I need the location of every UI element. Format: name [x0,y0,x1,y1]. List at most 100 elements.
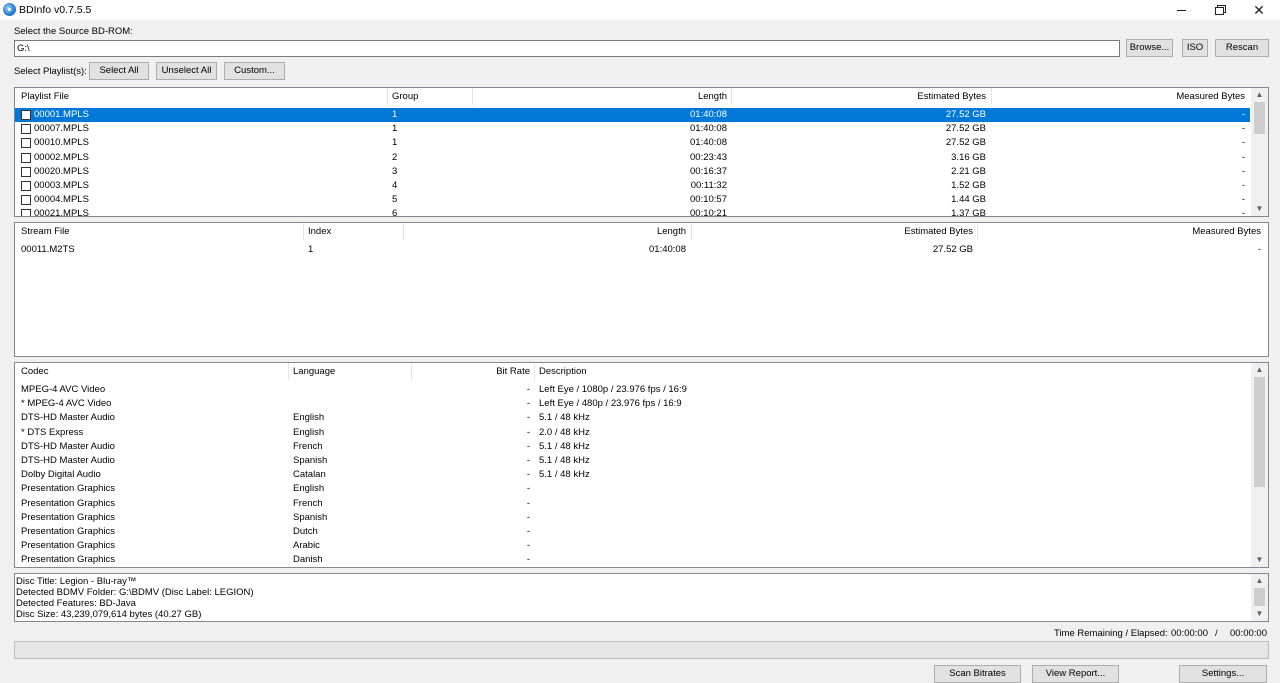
bit-rate-cell: - [526,540,530,552]
scroll-down-icon[interactable]: ▼ [1251,202,1268,216]
table-row[interactable]: Presentation Graphics Danish - [15,553,1250,567]
scroll-down-icon[interactable]: ▼ [1251,553,1268,567]
table-row[interactable]: 00011.M2TS 1 01:40:08 27.52 GB - [15,243,1268,257]
description-cell: 5.1 / 48 kHz [539,412,590,424]
codec-scrollbar[interactable]: ▲ ▼ [1251,363,1268,567]
scroll-up-icon[interactable]: ▲ [1251,88,1268,102]
group-cell: 4 [392,180,398,191]
table-row[interactable]: Presentation Graphics Dutch - [15,525,1250,539]
playlist-checkbox[interactable] [21,181,31,191]
time-separator: / [1215,628,1218,639]
select-all-button[interactable]: Select All [89,62,149,80]
table-row[interactable]: Presentation Graphics Arabic - [15,539,1250,553]
unselect-all-button[interactable]: Unselect All [156,62,217,80]
playlist-list[interactable]: Playlist File Group Length Estimated Byt… [14,87,1269,217]
stream-list[interactable]: Stream File Index Length Estimated Bytes… [14,222,1269,357]
playlist-file-cell: 00002.MPLS [34,151,89,163]
col-codec[interactable]: Codec [21,363,48,380]
language-cell: French [293,440,323,452]
col-index[interactable]: Index [308,223,331,240]
measured-bytes-cell: - [1241,151,1245,163]
browse-button[interactable]: Browse... [1126,39,1173,57]
bit-rate-cell: - [526,455,530,466]
table-row[interactable]: DTS-HD Master Audio English -5.1 / 48 kHz [15,411,1250,425]
scroll-down-icon[interactable]: ▼ [1251,607,1268,621]
col-stream-file[interactable]: Stream File [21,223,70,240]
table-row[interactable]: 00021.MPLS 6 00:10:21 1.37 GB - [15,207,1250,217]
language-cell: Danish [293,554,323,566]
table-row[interactable]: Presentation Graphics French - [15,497,1250,511]
scroll-thumb[interactable] [1254,588,1265,606]
playlist-checkbox[interactable] [21,195,31,206]
iso-button[interactable]: ISO [1182,39,1208,57]
description-cell: 5.1 / 48 kHz [539,455,590,466]
col-estimated-bytes[interactable]: Estimated Bytes [735,88,986,105]
col-description[interactable]: Description [539,363,587,380]
scroll-up-icon[interactable]: ▲ [1251,574,1268,588]
codec-list[interactable]: Codec Language Bit Rate Description MPEG… [14,362,1269,568]
bit-rate-cell: - [526,497,530,509]
settings-button[interactable]: Settings... [1179,665,1267,683]
playlist-scrollbar[interactable]: ▲ ▼ [1251,88,1268,216]
source-path-input[interactable]: G:\ [14,40,1120,57]
playlist-file-cell: 00020.MPLS [34,165,89,177]
scan-bitrates-button[interactable]: Scan Bitrates [934,665,1021,683]
col-stream-estimated-bytes[interactable]: Estimated Bytes [695,223,973,240]
col-length[interactable]: Length [475,88,727,105]
rescan-button[interactable]: Rescan [1215,39,1269,57]
table-row[interactable]: 00003.MPLS 4 00:11:32 1.52 GB - [15,179,1250,193]
measured-bytes-cell: - [1241,180,1245,191]
table-row[interactable]: 00010.MPLS 1 01:40:08 27.52 GB - [15,136,1250,150]
estimated-bytes-cell: 1.44 GB [951,194,986,206]
table-row[interactable]: 00001.MPLS 1 01:40:08 27.52 GB - [15,108,1250,122]
col-bit-rate[interactable]: Bit Rate [415,363,530,380]
language-cell: Spanish [293,511,328,523]
table-row[interactable]: 00020.MPLS 3 00:16:37 2.21 GB - [15,165,1250,179]
playlist-checkbox[interactable] [21,110,31,120]
table-row[interactable]: * MPEG-4 AVC Video - Left Eye / 480p / 23.… [15,397,1250,411]
col-measured-bytes[interactable]: Measured Bytes [995,88,1245,105]
codec-cell: Presentation Graphics [21,526,115,537]
disc-info-box[interactable]: Disc Title: Legion - Blu-ray™ Detected B… [14,573,1269,622]
table-row[interactable]: * DTS Express English -2.0 / 48 kHz [15,426,1250,440]
info-scrollbar[interactable]: ▲ ▼ [1251,574,1268,621]
table-row[interactable]: Presentation Graphics English - [15,482,1250,496]
table-row[interactable]: 00004.MPLS 5 00:10:57 1.44 GB - [15,193,1250,207]
table-row[interactable]: 00007.MPLS 1 01:40:08 27.52 GB - [15,122,1250,136]
table-row[interactable]: DTS-HD Master Audio Spanish -5.1 / 48 kHz [15,454,1250,468]
language-cell: Catalan [293,469,326,481]
col-stream-length[interactable]: Length [405,223,686,240]
maximize-button[interactable] [1200,0,1238,20]
table-row[interactable]: Presentation Graphics Spanish - [15,511,1250,525]
view-report-button[interactable]: View Report... [1032,665,1119,683]
col-language[interactable]: Language [293,363,335,380]
col-playlist-file[interactable]: Playlist File [21,88,69,105]
custom-button[interactable]: Custom... [224,62,285,80]
description-cell: Left Eye / 1080p / 23.976 fps / 16:9 [539,384,687,395]
restore-icon [1214,6,1224,15]
description-cell [539,553,1139,567]
minimize-button[interactable] [1162,0,1200,20]
table-row[interactable]: DTS-HD Master Audio French -5.1 / 48 kHz [15,440,1250,454]
playlist-checkbox[interactable] [21,124,31,135]
scroll-thumb[interactable] [1254,377,1265,487]
scroll-thumb[interactable] [1254,102,1265,134]
length-cell: 00:16:37 [690,165,727,177]
playlist-checkbox[interactable] [21,152,31,163]
group-cell: 6 [392,208,398,217]
col-group[interactable]: Group [392,88,418,105]
table-row[interactable]: MPEG-4 AVC Video - Left Eye / 1080p / 23.9… [15,383,1250,397]
estimated-bytes-cell: 1.37 GB [951,208,986,217]
group-cell: 1 [392,109,398,120]
codec-cell: Presentation Graphics [21,554,115,566]
scroll-up-icon[interactable]: ▲ [1251,363,1268,377]
table-row[interactable]: 00002.MPLS 2 00:23:43 3.16 GB - [15,151,1250,165]
playlist-file-cell: 00010.MPLS [34,137,89,149]
playlist-checkbox[interactable] [21,209,31,216]
close-button[interactable]: ✕ [1240,0,1278,20]
time-elapsed: 00:00:00 [1230,628,1267,639]
playlist-checkbox[interactable] [21,138,31,149]
col-stream-measured-bytes[interactable]: Measured Bytes [980,223,1261,240]
table-row[interactable]: Dolby Digital Audio Catalan -5.1 / 48 kHz [15,468,1250,482]
playlist-checkbox[interactable] [21,166,31,177]
